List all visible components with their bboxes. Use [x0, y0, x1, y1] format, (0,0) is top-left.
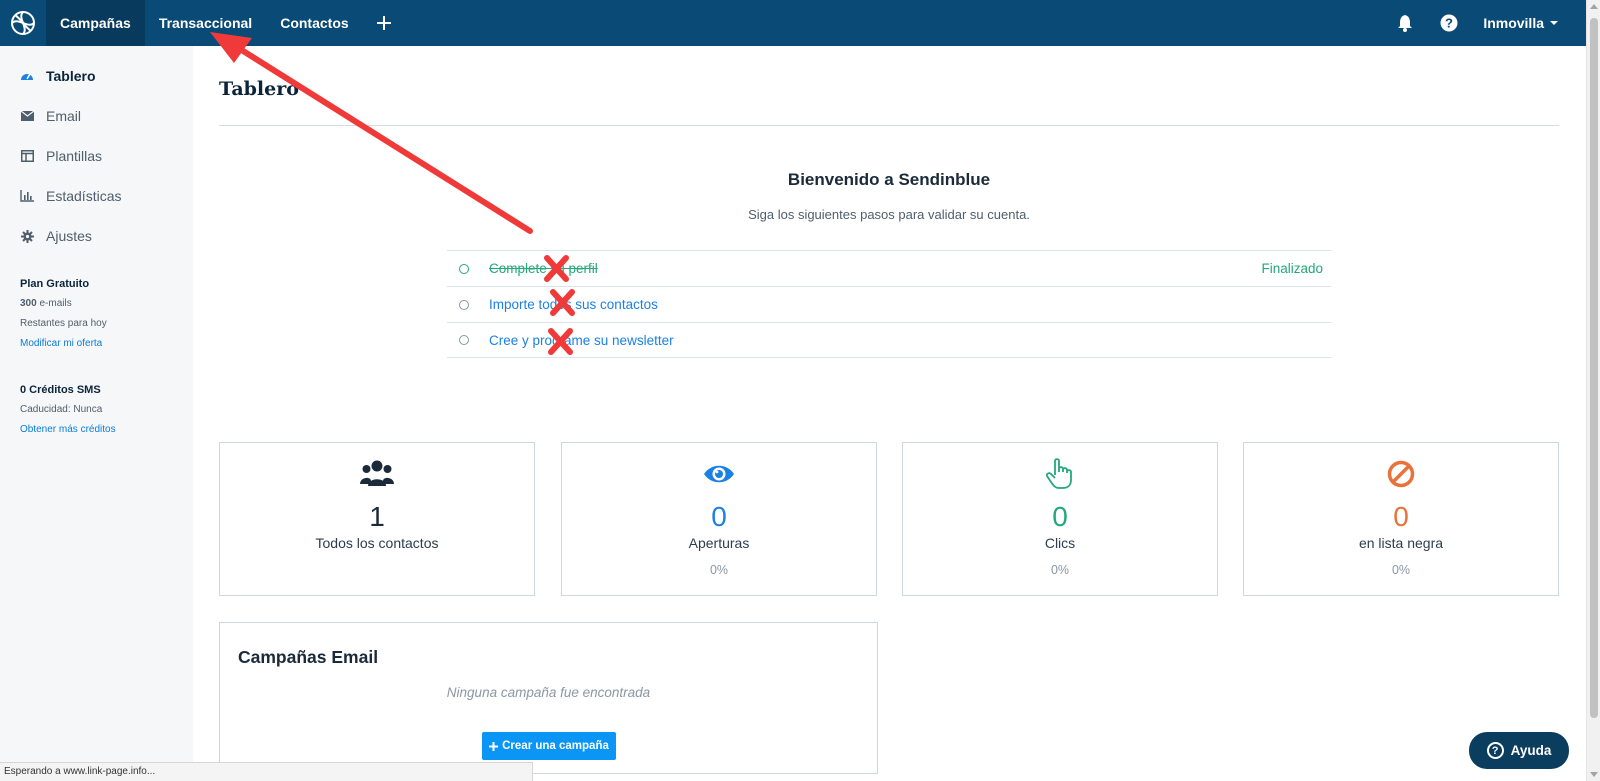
tab-contacts[interactable]: Contactos — [266, 0, 362, 46]
users-icon — [220, 458, 534, 490]
stat-label: Todos los contactos — [315, 535, 439, 551]
eye-icon — [562, 458, 876, 490]
stat-card-opens[interactable]: 0 Aperturas 0% — [561, 442, 877, 596]
plan-emails-count: 300 — [20, 298, 37, 309]
sidebar-item-label: Email — [46, 108, 82, 124]
step-complete-profile[interactable]: Complete su perfil Finalizado — [447, 250, 1331, 286]
notifications-bell-icon[interactable] — [1383, 0, 1427, 46]
step-radio-icon — [459, 299, 469, 310]
welcome-subtitle: Siga los siguientes pasos para validar s… — [748, 207, 1030, 222]
help-button[interactable]: ? Ayuda — [1469, 732, 1569, 769]
campaigns-title: Campañas Email — [238, 647, 379, 667]
scroll-down-arrow-icon[interactable] — [1590, 772, 1598, 777]
stat-percentage: 0% — [1050, 563, 1070, 577]
welcome-title: Bienvenido a Sendinblue — [787, 170, 991, 189]
add-tab-icon[interactable] — [363, 0, 405, 46]
help-button-label: Ayuda — [1510, 743, 1552, 758]
pointer-hand-icon — [903, 458, 1217, 490]
sidebar-item-statistics[interactable]: Estadísticas — [0, 176, 193, 216]
title-divider — [219, 125, 1559, 126]
gear-icon — [20, 229, 34, 243]
plan-remaining: Restantes para hoy — [20, 318, 107, 329]
step-label: Importe todos sus contactos — [489, 297, 658, 312]
question-circle-icon: ? — [1486, 742, 1504, 759]
email-campaigns-panel: Campañas Email Ninguna campaña fue encon… — [219, 622, 878, 774]
plan-emails-unit: e-mails — [36, 298, 72, 309]
sidebar-item-settings[interactable]: Ajustes — [0, 216, 193, 256]
plan-info: Plan Gratuito 300 e-mails Restantes para… — [20, 274, 107, 354]
vertical-scrollbar[interactable] — [1586, 0, 1600, 781]
create-campaign-label: Crear una campaña — [502, 740, 609, 752]
dashboard-icon — [20, 69, 34, 83]
account-name: Inmovilla — [1483, 15, 1544, 31]
sidebar-item-email[interactable]: Email — [0, 96, 193, 136]
chevron-down-icon — [1550, 21, 1558, 25]
tab-transactional[interactable]: Transaccional — [145, 0, 266, 46]
sidebar-item-label: Tablero — [46, 68, 96, 84]
step-radio-icon — [459, 335, 469, 345]
stat-value: 1 — [369, 501, 385, 532]
tab-campaigns[interactable]: Campañas — [46, 0, 145, 46]
modify-offer-link[interactable]: Modificar mi oferta — [20, 334, 107, 354]
welcome-section: Bienvenido a Sendinblue Siga los siguien… — [447, 170, 1331, 222]
scroll-up-arrow-icon[interactable] — [1590, 4, 1598, 9]
template-icon — [20, 149, 34, 163]
create-campaign-button[interactable]: Crear una campaña — [482, 732, 616, 760]
chart-icon — [20, 189, 34, 203]
stat-card-contacts[interactable]: 1 Todos los contactos — [219, 442, 535, 596]
stat-value: 0 — [711, 501, 727, 532]
step-create-newsletter[interactable]: Cree y programe su newsletter — [447, 322, 1331, 358]
envelope-icon — [20, 109, 34, 123]
svg-text:?: ? — [1445, 16, 1453, 31]
page-title: Tablero — [219, 78, 299, 100]
stat-value: 0 — [1052, 501, 1068, 532]
step-radio-icon — [459, 263, 469, 274]
step-label: Complete su perfil — [489, 261, 598, 276]
sms-info: 0 Créditos SMS Caducidad: Nunca Obtener … — [20, 380, 116, 440]
onboarding-steps: Complete su perfil Finalizado Importe to… — [447, 250, 1331, 358]
sidebar-item-label: Estadísticas — [46, 188, 122, 204]
stat-percentage: 0% — [709, 563, 729, 577]
stat-card-clicks[interactable]: 0 Clics 0% — [902, 442, 1218, 596]
account-menu[interactable]: Inmovilla — [1471, 15, 1586, 31]
sidebar-item-templates[interactable]: Plantillas — [0, 136, 193, 176]
sendinblue-logo-icon[interactable] — [0, 0, 46, 46]
blocked-icon — [1244, 458, 1558, 490]
stat-percentage: 0% — [1391, 563, 1411, 577]
plus-icon — [489, 741, 499, 751]
get-credits-link[interactable]: Obtener más créditos — [20, 420, 116, 440]
stat-label: Aperturas — [688, 535, 750, 551]
plan-title: Plan Gratuito — [20, 278, 90, 290]
sidebar-item-dashboard[interactable]: Tablero — [0, 56, 193, 96]
plan-emails: 300 e-mails — [20, 294, 107, 314]
sms-credits-title: 0 Créditos SMS — [20, 384, 101, 396]
sidebar: Tablero Email Plantillas Estadísticas Aj… — [0, 46, 193, 781]
campaigns-empty-message: Ninguna campaña fue encontrada — [446, 685, 651, 700]
browser-status-bar: Esperando a www.link-page.info... — [0, 762, 533, 781]
help-question-icon[interactable]: ? — [1427, 0, 1471, 46]
sidebar-item-label: Plantillas — [46, 148, 103, 164]
stat-label: Clics — [1044, 535, 1076, 551]
top-navigation-bar: Campañas Transaccional Contactos ? Inmov… — [0, 0, 1586, 46]
stat-label: en lista negra — [1358, 535, 1444, 551]
step-label: Cree y programe su newsletter — [489, 332, 674, 348]
sidebar-item-label: Ajustes — [46, 228, 92, 244]
step-import-contacts[interactable]: Importe todos sus contactos — [447, 286, 1331, 322]
step-status: Finalizado — [1261, 261, 1323, 276]
stat-value: 0 — [1393, 501, 1409, 532]
sms-expiry: Caducidad: Nunca — [20, 404, 103, 415]
scrollbar-thumb[interactable] — [1590, 18, 1598, 718]
stat-card-blacklist[interactable]: 0 en lista negra 0% — [1243, 442, 1559, 596]
